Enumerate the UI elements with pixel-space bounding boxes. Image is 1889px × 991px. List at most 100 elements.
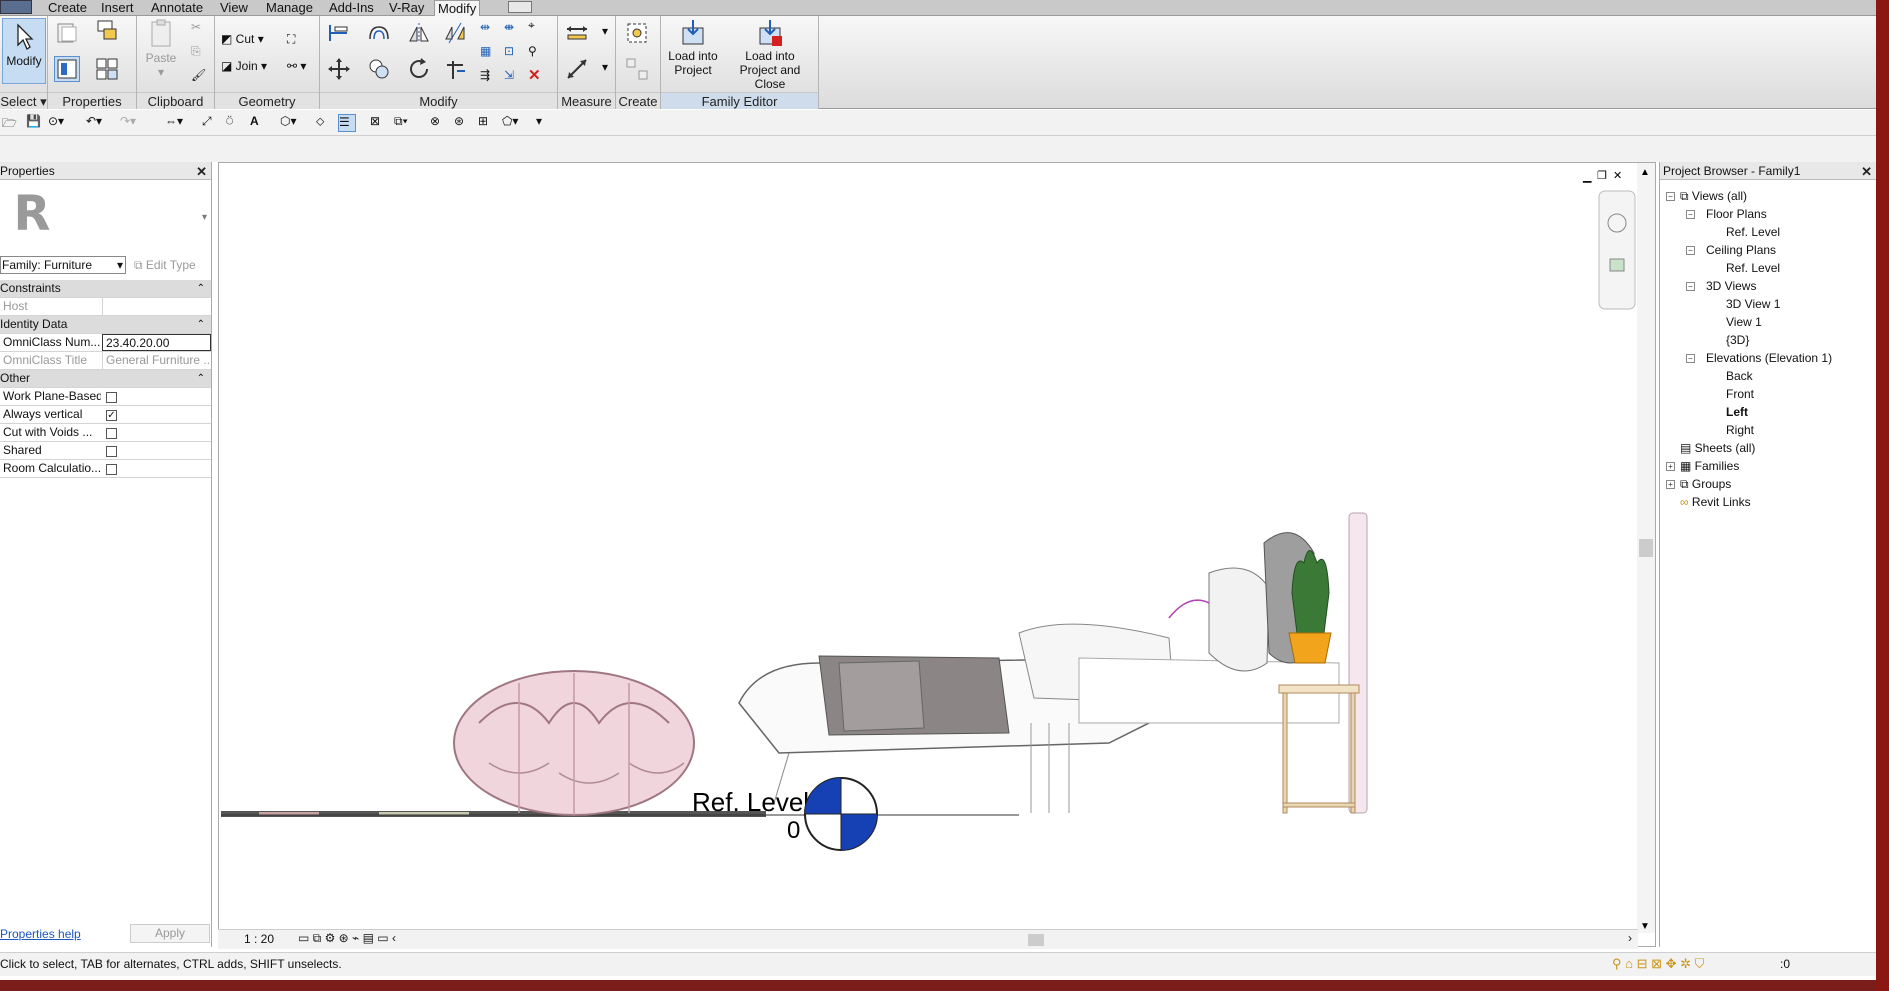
property-value[interactable]: 23.40.20.00	[102, 334, 211, 351]
mirror-draw-axis-icon[interactable]	[442, 20, 468, 46]
property-row[interactable]: OmniClass Num... 23.40.20.00	[0, 334, 211, 352]
delete-icon[interactable]: ✕	[528, 66, 541, 84]
property-row[interactable]: Room Calculatio...	[0, 460, 211, 478]
match-properties-icon[interactable]: 🖌	[191, 68, 206, 82]
create-group-icon[interactable]	[624, 20, 650, 46]
collapse-chevron-icon[interactable]: ⌃	[197, 280, 205, 297]
trim-extend-icon[interactable]	[442, 56, 468, 82]
property-row[interactable]: Always vertical ✓	[0, 406, 211, 424]
apply-button[interactable]: Apply	[130, 924, 210, 943]
navigation-bar[interactable]	[1598, 190, 1636, 310]
copy-element-icon[interactable]	[366, 56, 392, 82]
3d-views-toggle[interactable]: −	[1686, 282, 1695, 291]
wall-joins-icon[interactable]: ⛶	[287, 32, 295, 47]
section-icon[interactable]: ⬦	[316, 114, 334, 132]
scale-icon[interactable]: ⊡	[504, 44, 514, 58]
view-scale[interactable]: 1 : 20	[244, 932, 274, 946]
tree-fp-ref-level[interactable]: Ref. Level	[1726, 225, 1780, 240]
views-collapse-toggle[interactable]: −	[1666, 192, 1675, 201]
tab-annotate[interactable]: Annotate	[148, 0, 206, 16]
copy-icon[interactable]: ⎘	[191, 44, 201, 59]
collapse-chevron-icon[interactable]: ⌃	[197, 370, 205, 387]
offset-icon[interactable]	[366, 20, 392, 46]
collapse-chevron-icon[interactable]: ⌃	[197, 316, 205, 333]
tab-add-ins[interactable]: Add-Ins	[326, 0, 377, 16]
property-row[interactable]: Cut with Voids ...	[0, 424, 211, 442]
create-similar-icon[interactable]	[624, 56, 650, 82]
status-icons[interactable]: ⚲ ⌂ ⊟ ⊠ ✥ ✲ ⛉	[1612, 953, 1704, 975]
property-row[interactable]: Host	[0, 298, 211, 316]
tab-view[interactable]: View	[217, 0, 251, 16]
property-row[interactable]: Work Plane-Based	[0, 388, 211, 406]
load-into-project-and-close-button[interactable]: Load into Project and Close	[723, 18, 817, 91]
selection-filter-count[interactable]: :0	[1780, 953, 1790, 975]
open-icon[interactable]: 🗁	[2, 114, 20, 132]
cut-clip-icon[interactable]: ✂	[191, 20, 201, 34]
edit-type-button[interactable]: ⧉ Edit Type	[134, 256, 196, 274]
property-group-header[interactable]: Identity Data ⌃	[0, 316, 211, 334]
tree-groups[interactable]: ⧉ Groups	[1680, 477, 1731, 492]
ref-level-head[interactable]: Ref. Level 0	[692, 777, 878, 851]
property-checkbox[interactable]	[106, 446, 117, 457]
type-selector-dropdown[interactable]: ▾	[202, 212, 207, 223]
family-category-icon[interactable]	[94, 56, 120, 82]
floor-plans-toggle[interactable]: −	[1686, 210, 1695, 219]
horizontal-scroll-thumb[interactable]	[1028, 934, 1044, 946]
properties-help-link[interactable]: Properties help	[0, 927, 81, 941]
tab-insert[interactable]: Insert	[98, 0, 137, 16]
tree-view-1[interactable]: View 1	[1726, 315, 1762, 330]
family-category-combo[interactable]: Family: Furniture ▾	[0, 256, 126, 274]
trim-multiple-icon[interactable]: ⇶	[480, 68, 490, 82]
tab-modify[interactable]: Modify	[434, 0, 481, 16]
families-toggle[interactable]: +	[1666, 462, 1675, 471]
element-properties-icon[interactable]	[54, 56, 80, 82]
unpin-icon[interactable]: ⇲	[504, 68, 514, 82]
join-geometry-button[interactable]: ◪ Join ▾	[221, 59, 267, 73]
tree-front[interactable]: Front	[1726, 387, 1754, 402]
tab-manage[interactable]: Manage	[263, 0, 316, 16]
tree-cp-ref-level[interactable]: Ref. Level	[1726, 261, 1780, 276]
sync-icon[interactable]: ⊙▾	[48, 114, 66, 132]
tree-3d-view-1[interactable]: 3D View 1	[1726, 297, 1780, 312]
contextual-tab-dropdown[interactable]	[508, 1, 532, 13]
select-panel-label[interactable]: Select ▾	[0, 92, 47, 109]
aligned-dimension-icon[interactable]	[564, 56, 590, 82]
rotate-icon[interactable]	[406, 56, 432, 82]
tree-left-active[interactable]: Left	[1726, 405, 1748, 420]
split-element-icon[interactable]: ⇹	[480, 20, 490, 34]
drawing-area[interactable]: ▁ ❐ ✕ ▲ ▼ Ref. Level 0	[218, 162, 1656, 947]
tree-3d-default[interactable]: {3D}	[1726, 333, 1749, 348]
type-properties-icon[interactable]	[54, 20, 80, 46]
property-checkbox[interactable]: ✓	[106, 410, 117, 421]
tree-families[interactable]: ▦ Families	[1680, 459, 1739, 474]
view-control-icons[interactable]: ▭ ⧉ ⚙ ⊛ ⌁ ▤ ▭ ‹	[298, 931, 396, 946]
tree-ceiling-plans[interactable]: Ceiling Plans	[1706, 243, 1776, 258]
zoom-icon[interactable]	[1609, 258, 1625, 272]
property-group-header[interactable]: Constraints ⌃	[0, 280, 211, 298]
family-types-icon[interactable]	[94, 18, 120, 44]
vertical-scroll-thumb[interactable]	[1639, 539, 1653, 557]
render-icon[interactable]: ⊛	[454, 114, 472, 132]
pin-icon[interactable]: ⚲	[528, 44, 537, 58]
align-icon[interactable]	[326, 20, 352, 46]
property-row[interactable]: Shared	[0, 442, 211, 460]
elevations-toggle[interactable]: −	[1686, 354, 1695, 363]
tab-create[interactable]: Create	[45, 0, 90, 16]
tree-back[interactable]: Back	[1726, 369, 1753, 384]
tree-views-all[interactable]: ⧉ Views (all)	[1680, 189, 1747, 204]
switch-windows-icon[interactable]: ⧉▾	[394, 114, 412, 132]
tree-revit-links[interactable]: ∞ Revit Links	[1680, 495, 1751, 510]
3d-view-icon[interactable]: ⬡▾	[280, 114, 298, 132]
mirror-pick-axis-icon[interactable]	[406, 20, 432, 46]
move-icon[interactable]	[326, 56, 352, 82]
close-hidden-icon[interactable]: ⊠	[370, 114, 388, 132]
groups-toggle[interactable]: +	[1666, 480, 1675, 489]
property-group-header[interactable]: Other ⌃	[0, 370, 211, 388]
redo-icon[interactable]: ↷▾	[120, 114, 138, 132]
application-menu-button[interactable]	[0, 0, 32, 14]
property-checkbox[interactable]	[106, 428, 117, 439]
ceiling-plans-toggle[interactable]: −	[1686, 246, 1695, 255]
tree-floor-plans[interactable]: Floor Plans	[1706, 207, 1767, 222]
close-properties-icon[interactable]: ✕	[196, 164, 207, 180]
customize-icon[interactable]: ⬠▾	[502, 114, 520, 132]
